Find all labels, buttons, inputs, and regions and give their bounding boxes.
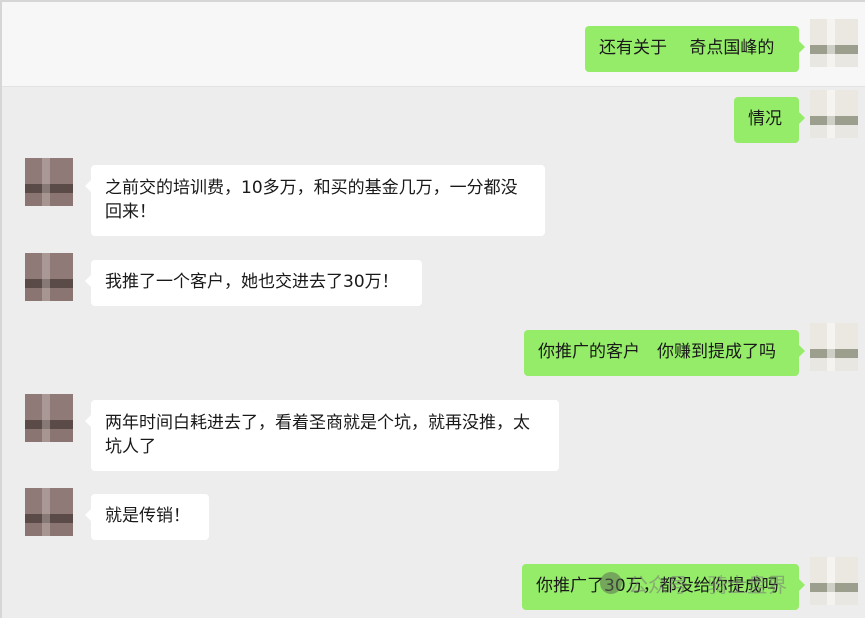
message-bubble-outgoing[interactable]: 情况 bbox=[734, 97, 805, 143]
message-bubble-incoming[interactable]: 两年时间白耗进去了，看着圣商就是个坑，就再没推，太 坑人了 bbox=[85, 400, 559, 471]
my-avatar[interactable] bbox=[810, 557, 858, 605]
my-avatar[interactable] bbox=[810, 19, 858, 67]
message-bubble-incoming[interactable]: 我推了一个客户，她也交进去了30万！ bbox=[85, 260, 422, 306]
my-avatar[interactable] bbox=[810, 323, 858, 371]
message-bubble-incoming[interactable]: 就是传销！ bbox=[85, 494, 209, 540]
my-avatar[interactable] bbox=[810, 90, 858, 138]
contact-avatar[interactable] bbox=[25, 488, 73, 536]
watermark: 公众号 · 骑士盘界 bbox=[628, 573, 788, 597]
contact-avatar[interactable] bbox=[25, 394, 73, 442]
contact-avatar[interactable] bbox=[25, 253, 73, 301]
message-bubble-incoming[interactable]: 之前交的培训费，10多万，和买的基金几万，一分都没 回来！ bbox=[85, 165, 545, 236]
contact-avatar[interactable] bbox=[25, 158, 73, 206]
message-bubble-outgoing[interactable]: 你推广的客户 你赚到提成了吗 bbox=[524, 330, 805, 376]
message-bubble-outgoing[interactable]: 还有关于 奇点国峰的 bbox=[585, 26, 805, 72]
chat-window: 还有关于 奇点国峰的 情况 之前交的培训费，10多万，和买的基金几万，一分都没 … bbox=[0, 0, 865, 618]
wechat-logo-icon bbox=[600, 572, 622, 594]
